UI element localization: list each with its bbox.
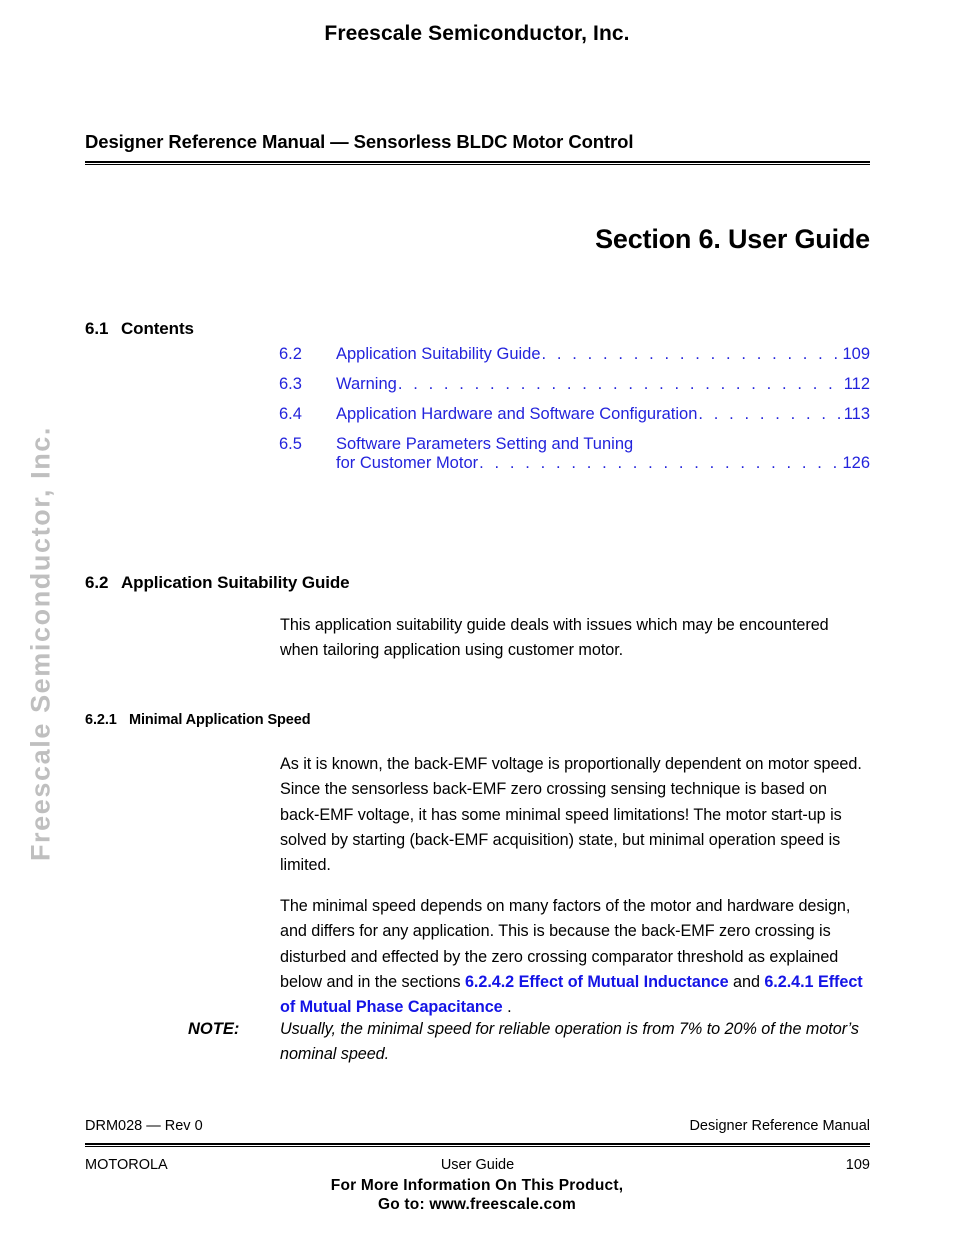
toc-dot-leader <box>698 405 842 424</box>
toc-entry-label-continued: for Customer Motor <box>336 454 479 472</box>
heading-contents-label: Contents <box>121 319 194 339</box>
toc-entry-line: Application Suitability Guide 109 <box>336 345 870 364</box>
toc-entry[interactable]: 6.5 Software Parameters Setting and Tuni… <box>279 435 870 473</box>
footer-chapter: User Guide <box>440 1157 515 1173</box>
toc-entry[interactable]: 6.4 Application Hardware and Software Co… <box>279 405 870 424</box>
footer-rule <box>85 1143 870 1147</box>
toc-entry-line: Software Parameters Setting and Tuning <box>336 435 870 454</box>
toc-entry-page: 113 <box>843 405 870 423</box>
toc-entry-body: Application Hardware and Software Config… <box>336 405 870 424</box>
note-block: NOTE: Usually, the minimal speed for rel… <box>188 1017 870 1068</box>
heading-minimal-application-speed: 6.2.1 Minimal Application Speed <box>85 711 311 728</box>
paragraph-minimal-speed-suffix: . <box>502 998 512 1017</box>
footer-top-row: DRM028 — Rev 0 Designer Reference Manual <box>85 1118 870 1134</box>
heading-minspeed-label: Minimal Application Speed <box>129 711 311 728</box>
note-text: Usually, the minimal speed for reliable … <box>280 1020 859 1064</box>
toc-entry-page: 126 <box>842 454 870 472</box>
heading-contents-number: 6.1 <box>85 319 109 339</box>
toc-entry-body: Application Suitability Guide 109 <box>336 345 870 364</box>
paragraph-back-emf: As it is known, the back-EMF voltage is … <box>280 755 862 875</box>
freescale-cta-line1: For More Information On This Product, <box>330 1177 624 1194</box>
toc-entry-label: Warning <box>336 375 397 393</box>
xref-effect-of-mutual-inductance[interactable]: 6.2.4.2 Effect of Mutual Inductance <box>465 973 729 991</box>
paragraph-minimal-speed: The minimal speed depends on many factor… <box>280 894 870 1020</box>
heading-application-suitability-guide: 6.2 Application Suitability Guide <box>85 573 350 593</box>
toc-entry-number: 6.3 <box>279 375 302 393</box>
toc-entry[interactable]: 6.2 Application Suitability Guide 109 <box>279 345 870 364</box>
heading-suitability-label: Application Suitability Guide <box>121 573 350 593</box>
toc-dot-leader <box>542 345 842 364</box>
freescale-side-watermark: Freescale Semiconductor, Inc. <box>25 425 56 862</box>
toc-entry-page: 112 <box>843 375 870 393</box>
running-head: Designer Reference Manual — Sensorless B… <box>85 131 634 152</box>
page-content: Designer Reference Manual — Sensorless B… <box>85 0 870 1235</box>
note-label: NOTE: <box>188 1020 240 1038</box>
paragraph-minimal-speed-middle: and <box>728 973 765 992</box>
freescale-cta-line2: Go to: www.freescale.com <box>377 1196 577 1213</box>
toc-dot-leader <box>479 454 841 473</box>
toc-entry-body: Warning 112 <box>336 375 870 394</box>
toc-entry-page: 109 <box>842 345 870 363</box>
toc-entry-line-continued: for Customer Motor 126 <box>336 454 870 473</box>
toc-entry-line: Warning 112 <box>336 375 870 394</box>
page-title: Section 6. User Guide <box>595 224 870 255</box>
toc-entry-number: 6.2 <box>279 345 302 363</box>
heading-contents: 6.1 Contents <box>85 319 194 339</box>
paragraph-intro: This application suitability guide deals… <box>280 616 829 660</box>
toc-entry-number: 6.4 <box>279 405 302 423</box>
toc-entry-body: Software Parameters Setting and Tuning f… <box>336 435 870 473</box>
toc-entry-label: Application Hardware and Software Config… <box>336 405 698 423</box>
toc-entry-label: Application Suitability Guide <box>336 345 541 363</box>
freescale-cta: For More Information On This Product, Go… <box>0 1176 954 1214</box>
header-rule <box>85 161 870 165</box>
toc-entry-number: 6.5 <box>279 435 302 453</box>
toc-entry[interactable]: 6.3 Warning 112 <box>279 375 870 394</box>
toc-entry-line: Application Hardware and Software Config… <box>336 405 870 424</box>
toc-entry-label: Software Parameters Setting and Tuning <box>336 435 634 453</box>
heading-suitability-number: 6.2 <box>85 573 109 593</box>
heading-minspeed-number: 6.2.1 <box>85 711 117 728</box>
table-of-contents: 6.2 Application Suitability Guide 109 6.… <box>279 345 870 484</box>
footer-manual-name: Designer Reference Manual <box>689 1118 870 1134</box>
toc-dot-leader <box>398 375 843 394</box>
footer-doc-id: DRM028 — Rev 0 <box>85 1118 203 1134</box>
